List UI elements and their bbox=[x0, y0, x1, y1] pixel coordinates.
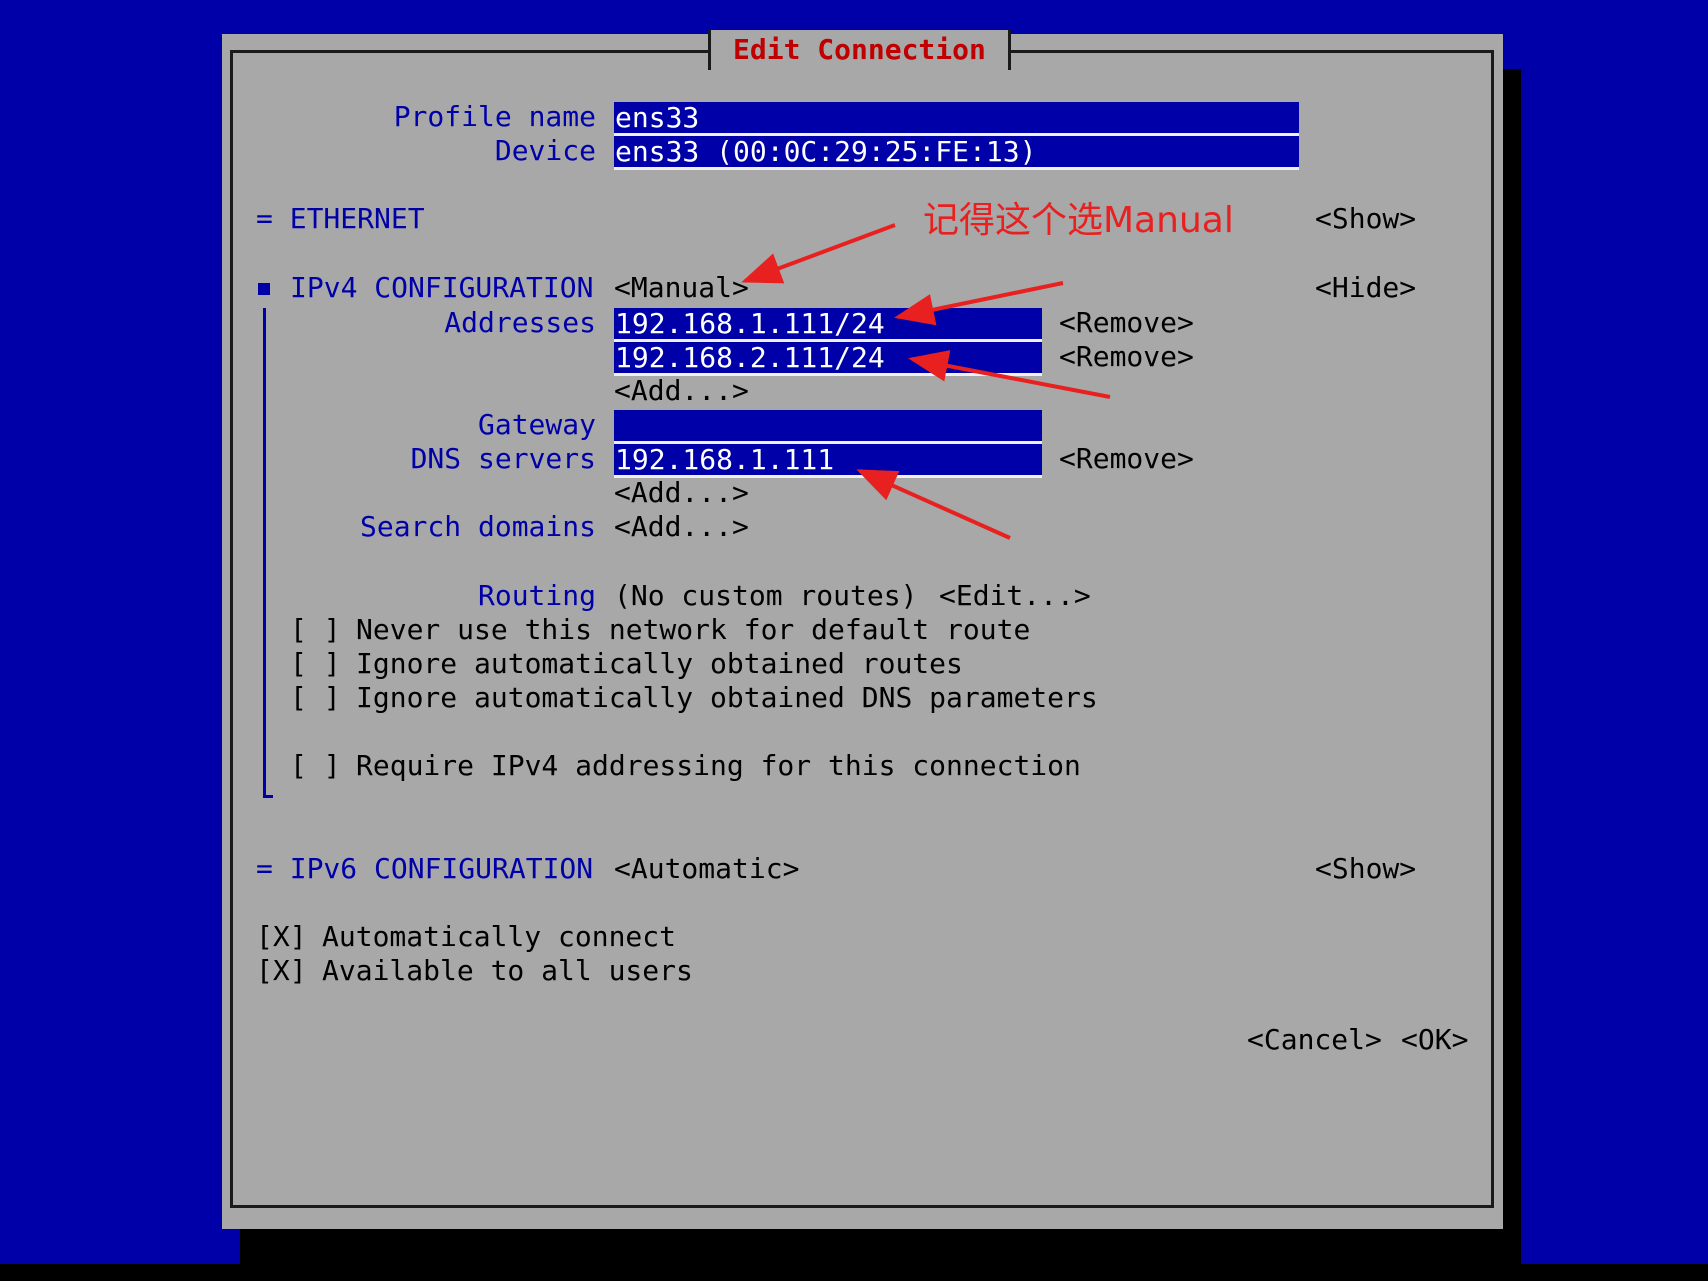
arrow-to-address-1 bbox=[894, 281, 1064, 326]
arrow-to-manual bbox=[741, 223, 896, 284]
annotation-arrows bbox=[741, 223, 1111, 540]
arrow-to-dns bbox=[856, 469, 1011, 540]
arrow-to-address-2 bbox=[908, 350, 1111, 399]
